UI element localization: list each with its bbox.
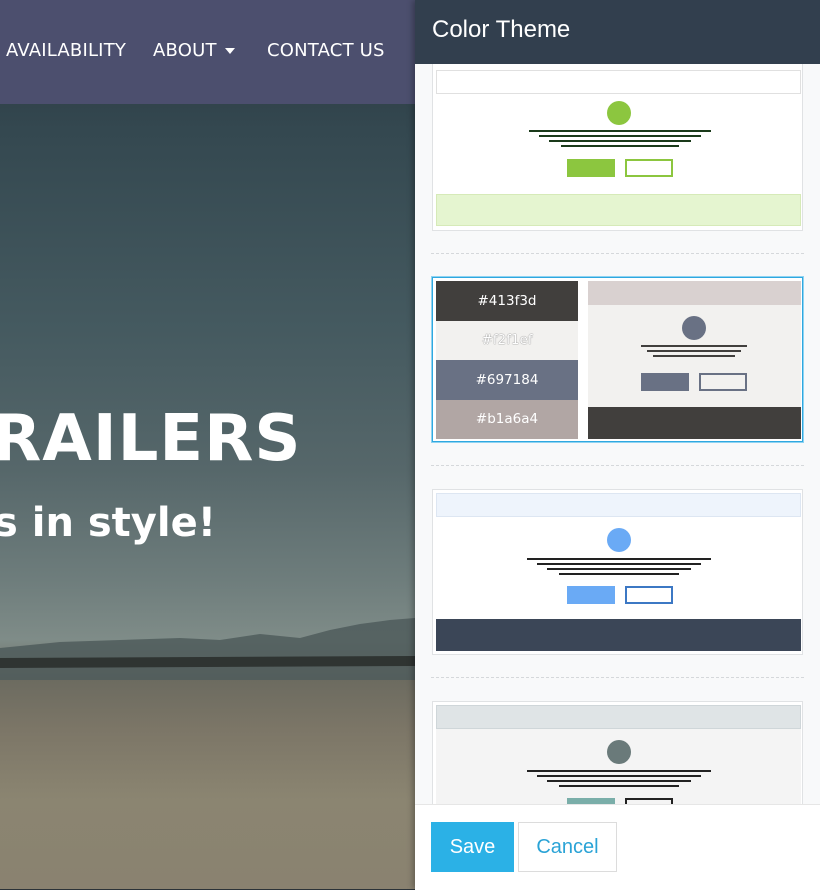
preview-line — [559, 573, 679, 575]
hero-subtitle: s in style! — [0, 500, 216, 546]
preview-line — [561, 145, 679, 147]
theme-preview — [436, 493, 801, 652]
preview-footer — [436, 194, 801, 226]
preview-line — [537, 775, 701, 777]
preview-line — [653, 355, 735, 357]
preview-header — [588, 281, 801, 305]
preview-line — [529, 130, 711, 132]
preview-footer — [436, 619, 801, 651]
nav-availability[interactable]: AVAILABILITY — [6, 40, 126, 61]
divider — [431, 253, 804, 254]
theme-preview — [588, 281, 801, 439]
preview-avatar — [607, 528, 631, 552]
panel-footer: Save Cancel — [415, 804, 820, 890]
preview-line — [641, 345, 747, 347]
preview-line — [539, 135, 701, 137]
preview-line — [547, 780, 691, 782]
theme-option[interactable] — [432, 701, 803, 804]
theme-option[interactable] — [432, 64, 803, 231]
color-theme-panel: Color Theme #413f3d #f2f1ef #697184 #b1a… — [415, 0, 820, 890]
theme-option[interactable] — [432, 489, 803, 655]
chevron-down-icon — [224, 48, 235, 54]
swatch-hex: #413f3d — [477, 292, 537, 309]
preview-avatar — [607, 101, 631, 125]
swatch: #413f3d — [436, 281, 578, 321]
theme-option-selected[interactable]: #413f3d #f2f1ef #697184 #b1a6a4 — [432, 277, 803, 442]
panel-title: Color Theme — [432, 16, 571, 43]
nav-contact-us[interactable]: CONTACT US — [267, 40, 385, 61]
swatch: #697184 — [436, 360, 578, 400]
preview-line — [647, 350, 741, 352]
preview-line — [537, 563, 701, 565]
swatch-hex: #f2f1ef — [481, 332, 533, 349]
preview-header — [436, 705, 801, 729]
preview-header — [436, 493, 801, 517]
preview-avatar — [682, 316, 706, 340]
preview-button — [567, 586, 615, 604]
swatch: #b1a6a4 — [436, 399, 578, 439]
theme-list[interactable]: #413f3d #f2f1ef #697184 #b1a6a4 — [415, 64, 820, 804]
preview-outline-button — [699, 373, 747, 391]
save-button[interactable]: Save — [431, 822, 514, 872]
swatch-hex: #b1a6a4 — [475, 411, 539, 428]
nav-about-label: ABOUT — [153, 40, 217, 61]
hero-title: RAILERS — [0, 402, 302, 476]
preview-line — [559, 785, 679, 787]
preview-line — [527, 770, 711, 772]
preview-outline-button — [625, 586, 673, 604]
panel-header: Color Theme — [415, 0, 820, 64]
preview-button — [567, 159, 615, 177]
divider — [431, 465, 804, 466]
divider — [431, 677, 804, 678]
theme-preview — [436, 64, 801, 227]
preview-button — [641, 373, 689, 391]
preview-line — [547, 568, 691, 570]
preview-avatar — [607, 740, 631, 764]
nav-about[interactable]: ABOUT — [153, 40, 235, 61]
preview-outline-button — [625, 159, 673, 177]
swatch-hex: #697184 — [475, 371, 539, 388]
preview-header — [436, 70, 801, 94]
preview-line — [549, 140, 691, 142]
cancel-button[interactable]: Cancel — [518, 822, 617, 872]
preview-line — [527, 558, 711, 560]
preview-footer — [588, 407, 801, 439]
color-swatches: #413f3d #f2f1ef #697184 #b1a6a4 — [436, 281, 578, 439]
swatch: #f2f1ef — [436, 320, 578, 360]
theme-preview — [436, 705, 801, 804]
